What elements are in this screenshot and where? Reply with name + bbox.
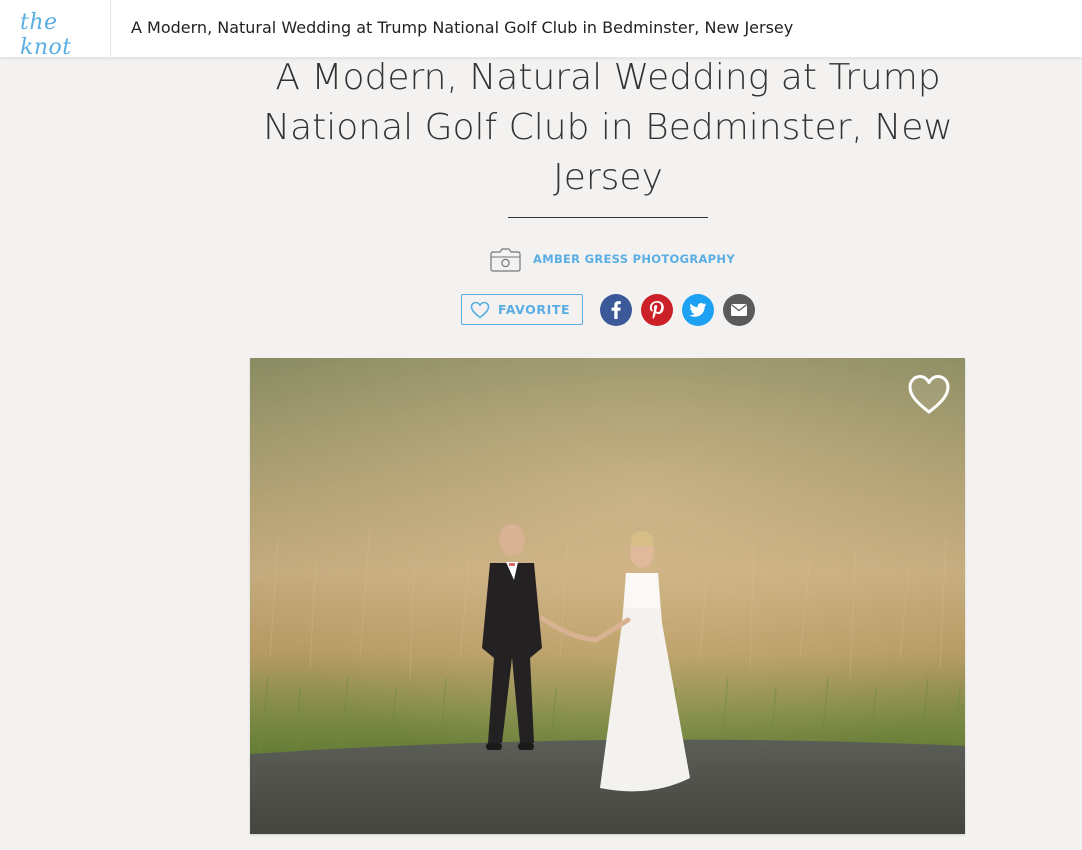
share-twitter-button[interactable] [682, 294, 714, 326]
facebook-icon [611, 301, 621, 319]
heart-outline-icon [470, 301, 490, 318]
share-email-button[interactable] [723, 294, 755, 326]
top-bar: the knot A Modern, Natural Wedding at Tr… [0, 0, 1082, 60]
hero-photo[interactable] [250, 358, 965, 834]
favorite-button[interactable]: FAVORITE [461, 294, 583, 325]
email-icon [730, 304, 748, 316]
photo-favorite-heart-icon[interactable] [907, 372, 951, 416]
headline-line-2: National Golf Club in Bedminster, New [263, 107, 953, 148]
topbar-article-title: A Modern, Natural Wedding at Trump Natio… [131, 18, 794, 37]
the-knot-logo[interactable]: the knot [20, 10, 110, 60]
pinterest-icon [649, 301, 664, 320]
wedding-couple-photo [250, 358, 965, 834]
headline-divider [508, 217, 708, 218]
logo-container[interactable]: the knot [0, 0, 111, 60]
photo-credit: AMBER GRESS PHOTOGRAPHY [490, 246, 735, 272]
article-headline: A Modern, Natural Wedding at Trump Natio… [258, 53, 958, 203]
twitter-icon [689, 303, 707, 317]
headline-line-3: Jersey [553, 157, 663, 198]
headline-line-1: A Modern, Natural Wedding at Trump [275, 57, 941, 98]
photographer-link[interactable]: AMBER GRESS PHOTOGRAPHY [533, 252, 735, 266]
camera-icon [490, 248, 521, 272]
share-facebook-button[interactable] [600, 294, 632, 326]
share-pinterest-button[interactable] [641, 294, 673, 326]
favorite-label: FAVORITE [498, 302, 571, 317]
